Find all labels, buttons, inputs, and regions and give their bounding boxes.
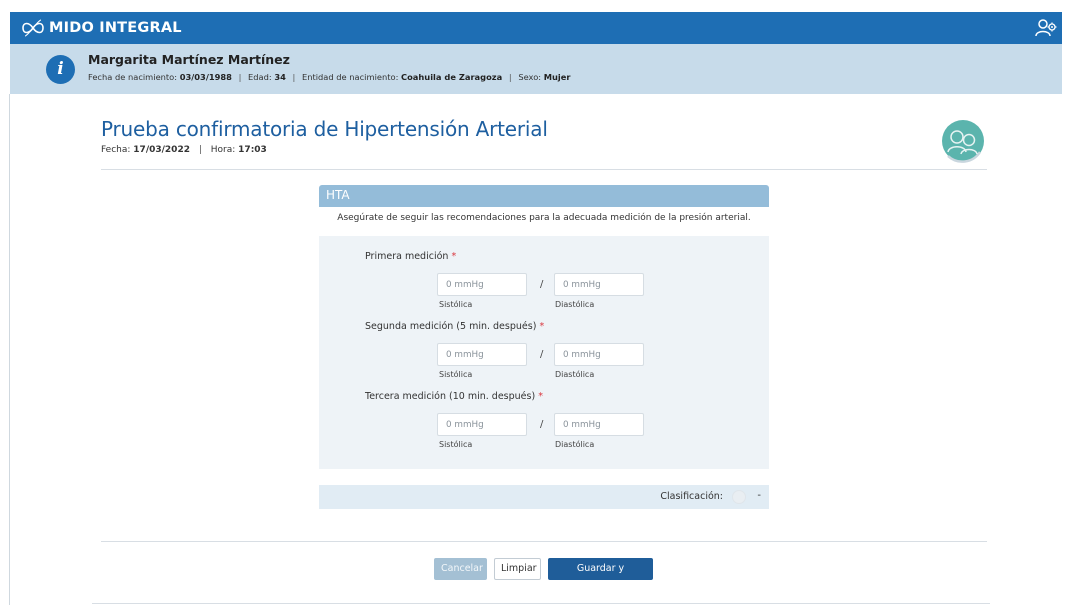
divider-top (101, 169, 987, 170)
brand-name: MIDO INTEGRAL (49, 20, 182, 36)
measurement-1-label: Primera medición * (365, 251, 457, 262)
classification-indicator (732, 490, 746, 504)
sex-label: Sexo: (518, 72, 542, 82)
patient-details: Fecha de nacimiento: 03/03/1988 | Edad: … (88, 72, 571, 82)
info-icon[interactable]: i (46, 55, 75, 84)
measurement-2-diastolic-label: Diastólica (555, 370, 595, 379)
divider-bottom (101, 541, 987, 542)
save-continue-button[interactable]: Guardar y continuar (548, 558, 653, 594)
measurement-2-systolic-label: Sistólica (439, 370, 473, 379)
date-value: 17/03/2022 (133, 145, 190, 155)
measurement-2-diastolic-input[interactable]: 0 mmHg (554, 343, 644, 366)
infinity-logo-icon (22, 19, 44, 37)
cancel-button[interactable]: Cancelar (434, 558, 487, 580)
page-datetime: Fecha: 17/03/2022 | Hora: 17:03 (101, 145, 267, 155)
measurement-1-separator: / (540, 279, 544, 290)
measurement-2-label: Segunda medición (5 min. después) * (365, 321, 545, 332)
page-title: Prueba confirmatoria de Hipertensión Art… (101, 117, 548, 141)
age-value: 34 (274, 72, 286, 82)
measurement-1-diastolic-input[interactable]: 0 mmHg (554, 273, 644, 296)
patient-name: Margarita Martínez Martínez (88, 52, 290, 67)
patient-banner: i Margarita Martínez Martínez Fecha de n… (10, 44, 1062, 94)
measurement-3-systolic-input[interactable]: 0 mmHg (437, 413, 527, 436)
time-value: 17:03 (238, 145, 267, 155)
birth-value: 03/03/1988 (179, 72, 232, 82)
time-label: Hora: (210, 145, 236, 155)
measurement-1-systolic-input[interactable]: 0 mmHg (437, 273, 527, 296)
measurements-panel: Primera medición * 0 mmHg / 0 mmHg Sistó… (319, 236, 769, 469)
app-logo[interactable]: MIDO INTEGRAL (20, 16, 182, 40)
required-mark: * (538, 391, 543, 402)
footer-divider (92, 603, 990, 604)
user-settings-icon[interactable] (1034, 16, 1058, 40)
age-label: Edad: (248, 72, 272, 82)
measurement-2-separator: / (540, 349, 544, 360)
measurement-1-diastolic-label: Diastólica (555, 300, 595, 309)
birth-label: Fecha de nacimiento: (88, 72, 178, 82)
classification-label: Clasificación: (660, 491, 723, 502)
date-label: Fecha: (101, 145, 131, 155)
required-mark: * (539, 321, 545, 332)
measurement-3-diastolic-input[interactable]: 0 mmHg (554, 413, 644, 436)
top-bar: MIDO INTEGRAL (10, 12, 1062, 44)
sex-value: Mujer (543, 72, 571, 82)
measurement-3-systolic-label: Sistólica (439, 440, 473, 449)
measurement-3-separator: / (540, 419, 544, 430)
section-note: Asegúrate de seguir las recomendaciones … (337, 213, 751, 223)
measurement-1-systolic-label: Sistólica (439, 300, 473, 309)
entity-label: Entidad de nacimiento: (301, 72, 399, 82)
classification-value: - (757, 490, 761, 501)
measurement-2-systolic-input[interactable]: 0 mmHg (437, 343, 527, 366)
left-border (9, 94, 10, 605)
entity-value: Coahuila de Zaragoza (401, 72, 503, 82)
clear-button[interactable]: Limpiar (494, 558, 541, 580)
measurement-3-label: Tercera medición (10 min. después) * (365, 391, 543, 402)
measurement-3-diastolic-label: Diastólica (555, 440, 595, 449)
section-header: HTA (319, 185, 769, 207)
patient-avatar-icon (942, 120, 984, 163)
required-mark: * (451, 251, 457, 262)
classification-bar: Clasificación: - (319, 485, 769, 509)
